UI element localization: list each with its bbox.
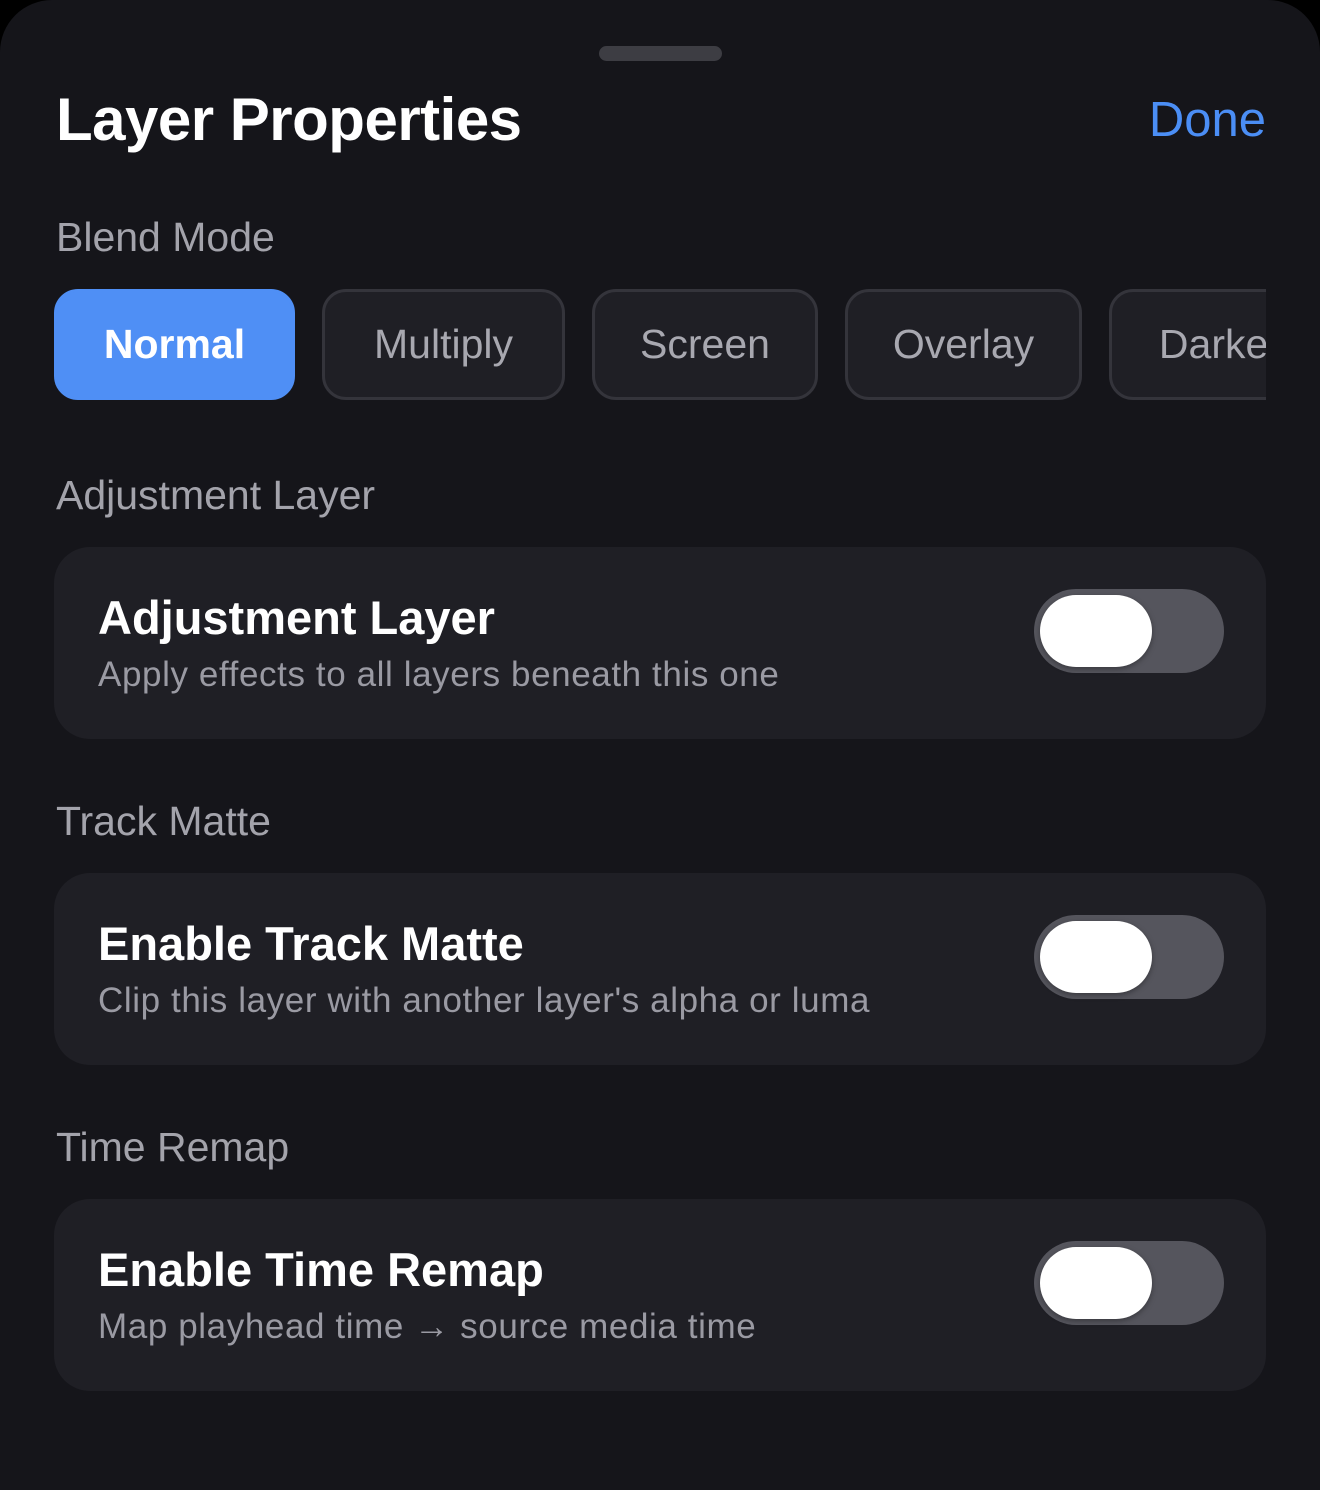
time-remap-description: Map playhead time → source media time	[98, 1307, 757, 1346]
track-matte-description: Clip this layer with another layer's alp…	[98, 981, 871, 1020]
blend-mode-selector[interactable]: Normal Multiply Screen Overlay Darken	[54, 289, 1266, 400]
adjustment-layer-title: Adjustment Layer	[98, 591, 495, 644]
adjustment-layer-toggle[interactable]	[1034, 589, 1224, 673]
blend-mode-option-screen[interactable]: Screen	[592, 289, 818, 400]
adjustment-layer-description: Apply effects to all layers beneath this…	[98, 655, 780, 694]
sheet-title: Layer Properties	[56, 86, 522, 153]
track-matte-title: Enable Track Matte	[98, 917, 524, 970]
layer-properties-sheet: Layer Properties Done Blend Mode Normal …	[0, 0, 1320, 1490]
toggle-knob	[1040, 1247, 1152, 1319]
toggle-knob	[1040, 595, 1152, 667]
track-matte-toggle[interactable]	[1034, 915, 1224, 999]
blend-mode-option-normal[interactable]: Normal	[54, 289, 295, 400]
sheet-grabber-handle[interactable]	[599, 46, 722, 61]
time-remap-section-label: Time Remap	[56, 1124, 290, 1170]
blend-mode-option-darken[interactable]: Darken	[1109, 289, 1266, 400]
track-matte-section-label: Track Matte	[56, 798, 271, 844]
done-button[interactable]: Done	[1149, 88, 1266, 152]
adjustment-layer-section-label: Adjustment Layer	[56, 472, 376, 518]
adjustment-layer-card: Adjustment Layer Apply effects to all la…	[54, 547, 1266, 739]
track-matte-card: Enable Track Matte Clip this layer with …	[54, 873, 1266, 1065]
time-remap-card: Enable Time Remap Map playhead time → so…	[54, 1199, 1266, 1391]
toggle-knob	[1040, 921, 1152, 993]
blend-mode-section-label: Blend Mode	[56, 214, 275, 260]
blend-mode-option-overlay[interactable]: Overlay	[845, 289, 1082, 400]
time-remap-toggle[interactable]	[1034, 1241, 1224, 1325]
blend-mode-option-multiply[interactable]: Multiply	[322, 289, 565, 400]
time-remap-title: Enable Time Remap	[98, 1243, 544, 1296]
